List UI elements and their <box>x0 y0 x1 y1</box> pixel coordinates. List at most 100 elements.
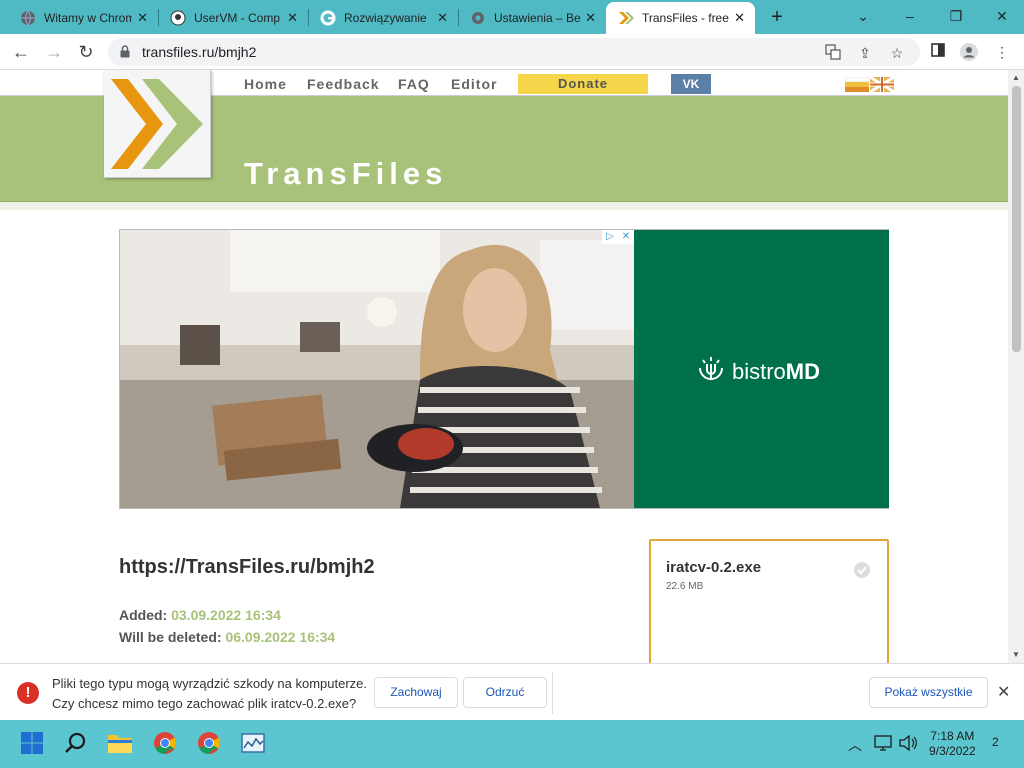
ad-brand-bold: MD <box>785 359 821 384</box>
header-shadow-strip <box>0 202 1008 210</box>
globe-icon <box>20 10 36 26</box>
tab-welcome[interactable]: Witamy w Chrome ✕ <box>8 2 158 34</box>
tab-uservm[interactable]: UserVM - Comp ✕ <box>158 2 308 34</box>
clock-date: 9/3/2022 <box>929 744 976 758</box>
browser-toolbar: ← → ↻ transfiles.ru/bmjh2 ⇪ ☆ ⋮ <box>0 34 1024 70</box>
system-clock[interactable]: 7:18 AM 9/3/2022 <box>929 729 976 759</box>
ad-brand-text: bistroMD <box>732 359 820 385</box>
tab-title: Witamy w Chrome <box>44 11 132 25</box>
close-window-icon[interactable]: ✕ <box>988 4 1016 28</box>
deleted-value: 06.09.2022 16:34 <box>225 629 336 645</box>
restore-icon[interactable]: ❐ <box>942 4 970 28</box>
donate-button[interactable]: Donate <box>518 74 648 94</box>
vk-button[interactable]: VK <box>671 74 711 94</box>
back-arrow-icon[interactable]: ← <box>9 40 33 64</box>
notification-count[interactable]: 2 <box>992 735 999 749</box>
site-title: TransFiles <box>244 156 448 191</box>
deleted-label: Will be deleted: <box>119 629 222 645</box>
minimize-icon[interactable]: – <box>896 4 924 28</box>
discard-button[interactable]: Odrzuć <box>463 677 547 708</box>
scroll-up-icon[interactable]: ▲ <box>1012 73 1020 82</box>
chevron-up-icon[interactable]: ︿ <box>848 735 862 755</box>
ad-brand-panel[interactable]: bistroMD <box>634 230 889 508</box>
tab-strip: Witamy w Chrome ✕ UserVM - Comp ✕ Rozwią… <box>0 0 1024 34</box>
tab-title: UserVM - Comp <box>194 11 281 25</box>
nav-faq[interactable]: FAQ <box>398 76 430 92</box>
windows-taskbar: ︿ 7:18 AM 9/3/2022 2 <box>0 720 1024 768</box>
menu-kebab-icon[interactable]: ⋮ <box>993 43 1011 61</box>
download-warning-line2: Czy chcesz mimo tego zachować plik iratc… <box>52 696 357 711</box>
uservm-icon <box>170 10 186 26</box>
ad-close-icon[interactable]: ✕ <box>618 230 634 244</box>
ad-photo[interactable]: ▷ ✕ <box>120 230 634 508</box>
uk-flag-icon[interactable] <box>869 75 895 94</box>
deleted-row: Will be deleted: 06.09.2022 16:34 <box>119 629 335 645</box>
page-scrollbar[interactable]: ▲ ▼ <box>1008 70 1024 663</box>
bookmark-star-icon[interactable]: ☆ <box>888 44 906 62</box>
address-bar[interactable]: transfiles.ru/bmjh2 ⇪ ☆ <box>108 38 920 66</box>
nav-feedback[interactable]: Feedback <box>307 76 380 92</box>
side-panel-icon[interactable] <box>929 43 947 61</box>
file-size: 22.6 MB <box>666 581 704 592</box>
show-all-button[interactable]: Pokaż wszystkie <box>869 677 988 708</box>
ad-brand-light: bistro <box>732 359 786 384</box>
close-icon[interactable]: ✕ <box>437 11 448 25</box>
close-icon[interactable]: ✕ <box>137 11 148 25</box>
task-manager-icon[interactable] <box>240 730 266 756</box>
russian-flag-icon[interactable] <box>844 76 870 92</box>
chrome-active-icon[interactable] <box>196 730 222 756</box>
file-explorer-icon[interactable] <box>107 730 133 756</box>
reload-icon[interactable]: ↻ <box>74 40 98 64</box>
tab-title: TransFiles - free <box>642 11 729 25</box>
forward-arrow-icon[interactable]: → <box>42 40 66 64</box>
warning-icon: ! <box>17 682 39 704</box>
download-warning-line1: Pliki tego typu mogą wyrządzić szkody na… <box>52 676 368 691</box>
tab-rozwiazywanie[interactable]: Rozwiązywanie ✕ <box>308 2 458 34</box>
chrome-icon[interactable] <box>152 730 178 756</box>
speaker-icon[interactable] <box>899 734 917 754</box>
scroll-down-icon[interactable]: ▼ <box>1012 650 1020 659</box>
share-icon[interactable]: ⇪ <box>856 44 874 62</box>
scrollbar-thumb[interactable] <box>1012 86 1021 352</box>
close-icon[interactable]: ✕ <box>585 11 596 25</box>
check-icon[interactable] <box>854 562 870 578</box>
added-label: Added: <box>119 607 168 623</box>
network-icon[interactable] <box>874 735 892 754</box>
close-icon[interactable]: ✕ <box>287 11 298 25</box>
tab-title: Ustawienia – Be <box>494 11 581 25</box>
page-viewport: TransFiles Home Feedback FAQ Editor Dona… <box>0 70 1008 663</box>
file-card[interactable]: iratcv-0.2.exe 22.6 MB <box>649 539 889 663</box>
tab-title: Rozwiązywanie <box>344 11 427 25</box>
added-row: Added: 03.09.2022 16:34 <box>119 607 281 623</box>
start-windows-icon[interactable] <box>19 730 45 756</box>
transfiles-icon <box>618 10 634 26</box>
tab-ustawienia[interactable]: Ustawienia – Be ✕ <box>458 2 606 34</box>
file-link[interactable]: https://TransFiles.ru/bmjh2 <box>119 556 375 579</box>
bistromd-logo-icon <box>696 354 726 390</box>
search-icon[interactable] <box>63 730 89 756</box>
keep-button[interactable]: Zachowaj <box>374 677 458 708</box>
download-bar-divider <box>552 672 553 714</box>
ad-choices[interactable]: ▷ ✕ <box>602 230 634 244</box>
download-bar: ! Pliki tego typu mogą wyrządzić szkody … <box>0 663 1024 720</box>
adchoices-icon[interactable]: ▷ <box>602 230 618 244</box>
advertisement-banner[interactable]: ▷ ✕ bistroMD <box>119 229 889 509</box>
new-tab-button[interactable]: + <box>766 6 788 28</box>
nav-editor[interactable]: Editor <box>451 76 497 92</box>
url-text[interactable]: transfiles.ru/bmjh2 <box>142 44 256 60</box>
site-logo[interactable] <box>104 70 211 178</box>
translate-icon[interactable] <box>824 44 842 62</box>
added-value: 03.09.2022 16:34 <box>171 607 281 623</box>
clock-time: 7:18 AM <box>930 729 975 743</box>
profile-avatar-icon[interactable] <box>960 43 978 61</box>
ad-brand-logo[interactable]: bistroMD <box>696 354 820 390</box>
close-icon[interactable]: ✕ <box>997 682 1010 702</box>
gear-icon <box>470 10 486 26</box>
file-name[interactable]: iratcv-0.2.exe <box>666 559 761 576</box>
nav-home[interactable]: Home <box>244 76 287 92</box>
tab-transfiles[interactable]: TransFiles - free ✕ <box>606 2 755 34</box>
tab-search-icon[interactable]: ⌄ <box>849 4 877 28</box>
lock-icon[interactable] <box>120 45 130 63</box>
google-icon <box>320 10 336 26</box>
close-icon[interactable]: ✕ <box>734 11 745 25</box>
